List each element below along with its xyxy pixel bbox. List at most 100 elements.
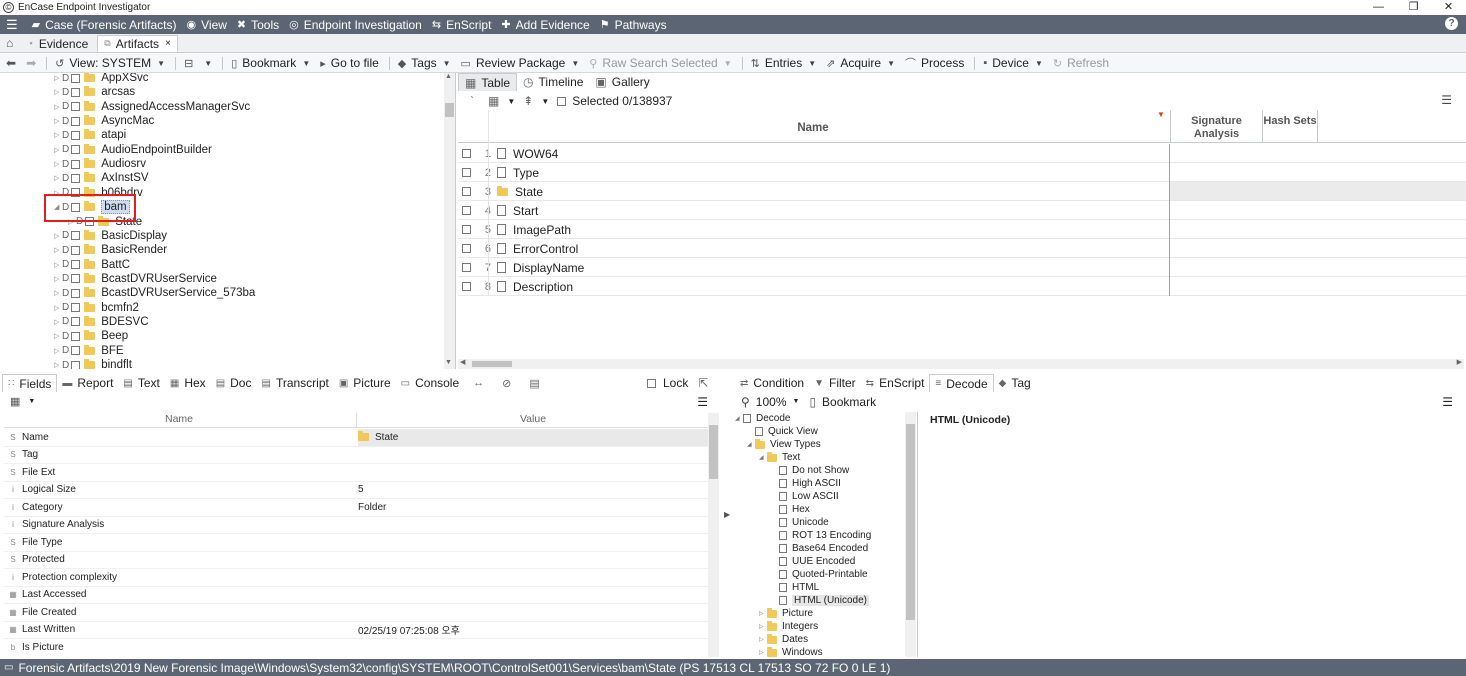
row-checkbox[interactable] — [462, 244, 471, 253]
field-row[interactable]: i Logical Size 5 — [4, 482, 709, 499]
bookmark-button[interactable]: ▯ Bookmark ▼ — [231, 56, 310, 70]
collapse-arrow-icon[interactable]: ▷ — [54, 347, 62, 355]
home-icon[interactable]: ⌂ — [6, 36, 13, 50]
tree-checkbox[interactable] — [71, 173, 81, 183]
collapse-arrow-icon[interactable]: ▷ — [54, 261, 62, 269]
tree-item[interactable]: ▷ Dbcmfn2 — [54, 301, 139, 315]
collapse-icon[interactable]: ˋ — [470, 94, 474, 108]
decode-tree-item[interactable]: Quoted-Printable — [771, 568, 868, 581]
table-row[interactable]: 7DisplayName — [458, 258, 1466, 277]
table-horizontal-scrollbar[interactable]: ◀ ▶ — [458, 359, 1464, 369]
field-row[interactable]: i Category Folder — [4, 499, 709, 517]
tab-artifacts[interactable]: ⧉ Artifacts × — [97, 35, 178, 52]
grid-layout-icon[interactable]: ▦ — [488, 94, 499, 108]
tree-item[interactable]: ▷ D BcastDVRUserService_573ba — [54, 286, 255, 300]
expand-icon[interactable]: ↔ — [473, 377, 484, 389]
tab-text[interactable]: ▤ Text — [118, 374, 164, 392]
decode-tree-item[interactable]: HTML (Unicode) — [771, 594, 869, 607]
expand-arrow-icon[interactable]: ▷ — [759, 610, 767, 617]
row-checkbox[interactable] — [462, 282, 471, 291]
tree-checkbox[interactable] — [71, 274, 81, 284]
collapse-arrow-icon[interactable]: ▷ — [54, 160, 62, 168]
menu-case[interactable]: ▰ Case (Forensic Artifacts) — [32, 18, 177, 32]
tab-doc[interactable]: ▤ Doc — [211, 374, 257, 392]
decode-tree-item[interactable]: Hex — [771, 503, 810, 516]
tab-transcript[interactable]: ▤ Transcript — [256, 374, 333, 392]
table-row[interactable]: 1WOW64 — [458, 144, 1466, 163]
collapse-arrow-icon[interactable]: ▷ — [54, 246, 62, 254]
collapse-arrow-icon[interactable]: ▷ — [54, 74, 62, 82]
chevron-down-icon[interactable]: ▼ — [793, 398, 800, 405]
collapse-arrow-icon[interactable]: ▷ — [54, 232, 62, 240]
minimize-button[interactable]: — — [1361, 0, 1396, 14]
expand-arrow-icon[interactable]: ◢ — [735, 415, 743, 422]
chevron-down-icon[interactable]: ▼ — [507, 97, 515, 106]
select-all-checkbox[interactable] — [557, 96, 567, 106]
chevron-down-icon[interactable]: ▼ — [541, 97, 549, 106]
table-row[interactable]: 2Type — [458, 163, 1466, 182]
decode-tree-item[interactable]: Do not Show — [771, 464, 849, 477]
collapse-arrow-icon[interactable]: ▷ — [54, 289, 62, 297]
collapse-arrow-icon[interactable]: ▷ — [54, 174, 62, 182]
forward-arrow-icon[interactable]: ➡ — [26, 56, 36, 70]
refresh-button[interactable]: ↻ Refresh — [1053, 56, 1109, 70]
tree-item[interactable]: ▷ D AsyncMac — [54, 114, 154, 128]
decode-bookmark-button[interactable]: Bookmark — [822, 395, 876, 409]
fields-column-name[interactable]: Name — [4, 413, 354, 425]
tree-item[interactable]: ▷ Datapi — [54, 128, 126, 142]
column-header-hash[interactable]: Hash Sets — [1262, 110, 1318, 143]
decode-tree-item[interactable]: ◢ View Types — [747, 438, 821, 451]
tree-checkbox[interactable] — [71, 130, 81, 140]
sort-icon[interactable]: ⇞ — [523, 94, 533, 108]
field-row[interactable]: ▦ File Created — [4, 604, 709, 622]
tree-item[interactable]: ▷ D BFE — [54, 344, 124, 358]
decode-tree-item[interactable]: Base64 Encoded — [771, 542, 868, 555]
tree-item[interactable]: ▷ Dbindflt — [54, 358, 132, 369]
row-checkbox[interactable] — [462, 168, 471, 177]
tree-item[interactable]: ▷ D AxInstSV — [54, 171, 149, 185]
column-header-signature[interactable]: Signature Analysis — [1170, 110, 1262, 143]
table-row[interactable]: 4Start — [458, 201, 1466, 220]
field-row[interactable]: S Protected — [4, 552, 709, 569]
decode-tree-item[interactable]: ◢ Text — [759, 451, 800, 464]
zoom-level[interactable]: 100% — [756, 395, 787, 409]
menu-endpoint[interactable]: ◎ Endpoint Investigation — [289, 18, 422, 32]
help-icon[interactable]: ? — [1445, 17, 1458, 30]
table-row[interactable]: 3State — [458, 182, 1466, 201]
tab-evidence[interactable]: ⋆ Evidence — [21, 35, 95, 52]
tree-checkbox[interactable] — [71, 346, 81, 356]
decode-tree-scrollbar[interactable] — [905, 412, 916, 657]
collapse-arrow-icon[interactable]: ▷ — [54, 361, 62, 369]
splitter-arrow-icon[interactable]: ▶ — [724, 510, 730, 519]
decode-tree-item[interactable]: Unicode — [771, 516, 829, 529]
decode-tree-item[interactable]: ▷ Dates — [759, 633, 808, 646]
tree-item[interactable]: ▷ D BasicRender — [54, 243, 167, 257]
collapse-arrow-icon[interactable]: ▷ — [54, 88, 62, 96]
decode-tree-item[interactable]: ▷ Integers — [759, 620, 818, 633]
row-checkbox[interactable] — [462, 149, 471, 158]
device-button[interactable]: ▪ Device ▼ — [983, 56, 1043, 70]
expand-arrow-icon[interactable]: ◢ — [747, 441, 755, 448]
tree-item[interactable]: ▷ D BattC — [54, 258, 130, 272]
menu-add[interactable]: ✚ Add Evidence — [501, 18, 589, 32]
expand-arrow-icon[interactable]: ◢ — [759, 454, 767, 461]
back-arrow-icon[interactable]: ⬅ — [6, 56, 16, 70]
tab-gallery[interactable]: ▣ Gallery — [589, 73, 655, 91]
chevron-down-icon[interactable]: ▼ — [28, 398, 35, 405]
decode-tree-item[interactable]: Quick View — [747, 425, 818, 438]
menu-enscript[interactable]: ⇆ EnScript — [432, 18, 492, 32]
tags-button[interactable]: ◆ Tags ▼ — [398, 56, 451, 70]
decode-tree-item[interactable]: ▷ Windows — [759, 646, 823, 657]
expand-arrow-icon[interactable]: ▷ — [759, 636, 767, 643]
tree-item[interactable]: ▷ D BasicDisplay — [54, 229, 167, 243]
collapse-arrow-icon[interactable]: ▷ — [54, 304, 62, 312]
decode-tree-item[interactable]: ▷ Picture — [759, 607, 813, 620]
table-row[interactable]: 8Description — [458, 277, 1466, 296]
tree-item[interactable]: ▷ Darcsas — [54, 85, 135, 99]
layout-button[interactable]: ⊟ ▼ — [184, 57, 212, 70]
tree-checkbox[interactable] — [71, 102, 81, 112]
close-window-button[interactable]: ✕ — [1431, 0, 1466, 14]
tree-item[interactable]: ▷ D Audiosrv — [54, 157, 146, 171]
tree-item[interactable]: ▷ D BDESVC — [54, 315, 149, 329]
decode-menu-icon[interactable]: ☰ — [1442, 395, 1453, 409]
